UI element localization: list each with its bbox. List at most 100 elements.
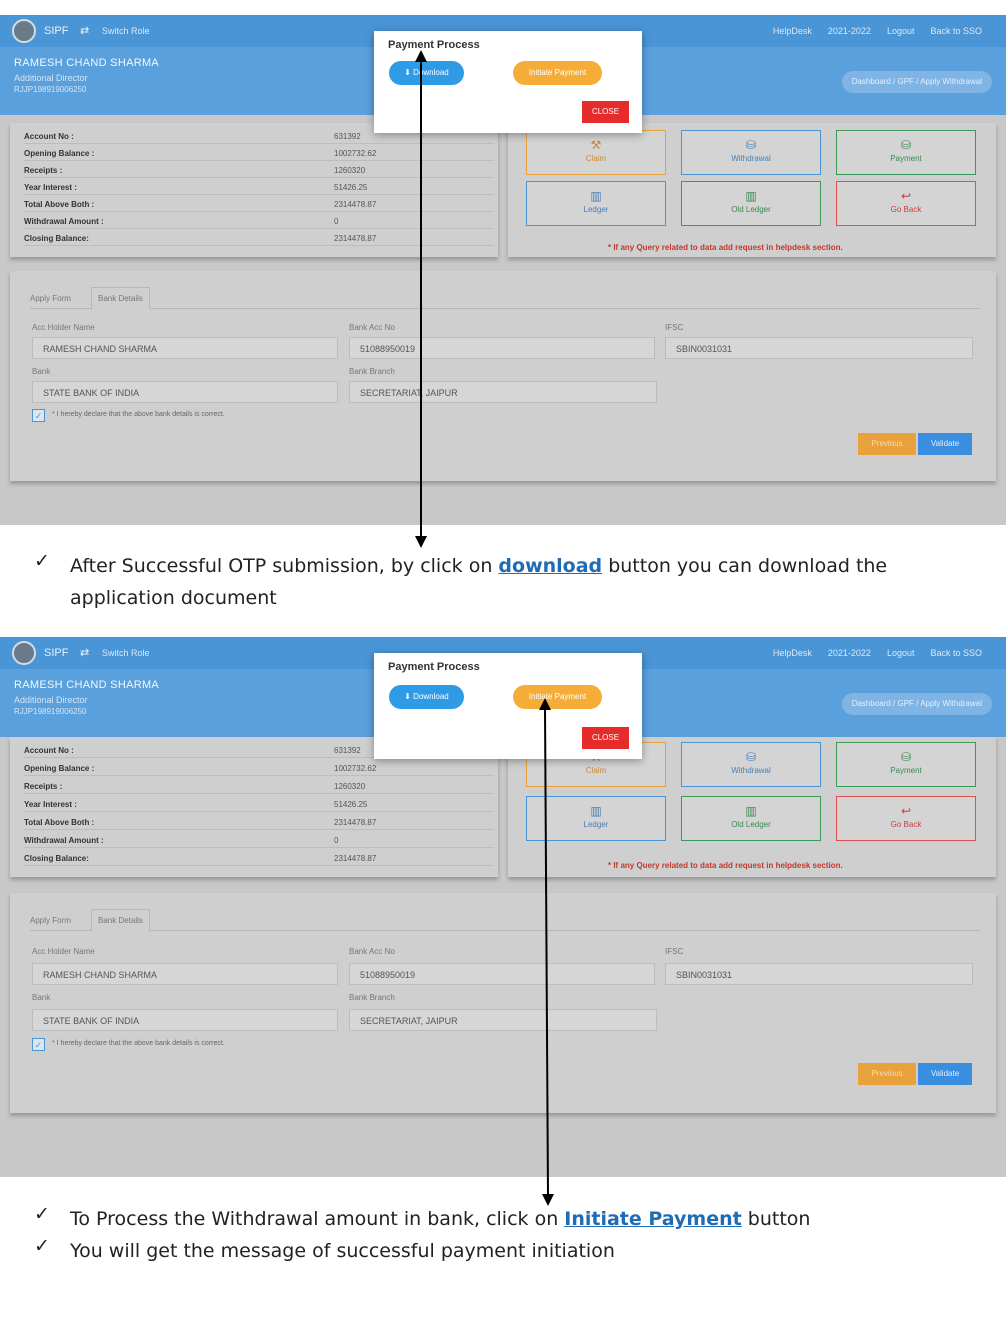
initiate-payment-link[interactable]: Initiate Payment (564, 1208, 741, 1230)
breadcrumb-gpf[interactable]: GPF (898, 699, 914, 708)
declaration-text: * I hereby declare that the above bank d… (52, 1040, 225, 1047)
logout-link[interactable]: Logout (887, 648, 915, 658)
back-to-sso-link[interactable]: Back to SSO (930, 648, 982, 658)
declaration-text: * I hereby declare that the above bank d… (52, 411, 225, 418)
ifsc-label: IFSC (665, 323, 684, 332)
breadcrumb-dashboard[interactable]: Dashboard (852, 699, 891, 708)
ifsc-field[interactable]: SBIN0031031 (665, 963, 973, 985)
bar-chart-icon: ▥ (745, 189, 757, 203)
back-arrow-icon: ↩ (900, 189, 912, 203)
initiate-payment-button[interactable]: Initiate Payment (513, 61, 602, 85)
breadcrumb: Dashboard / GPF / Apply Withdrawal (841, 71, 992, 93)
old-ledger-button[interactable]: ▥ Old Ledger (681, 796, 821, 841)
account-row: Year Interest :51426.25 (24, 178, 494, 195)
branch-label: Bank Branch (349, 367, 395, 376)
acc-holder-label: Acc Holder Name (32, 323, 95, 332)
claim-button[interactable]: ⚒Claim (526, 130, 666, 175)
brand-name: SIPF (44, 25, 69, 37)
download-link[interactable]: download (498, 555, 602, 577)
switch-role-link[interactable]: Switch Role (102, 648, 150, 658)
coins-icon: ⛁ (745, 750, 757, 764)
account-row: Year Interest :51426.25 (24, 795, 494, 812)
branch-label: Bank Branch (349, 993, 395, 1002)
previous-button[interactable]: Previous (858, 1063, 916, 1085)
bank-acc-field[interactable]: 51088950019 (349, 337, 655, 359)
screenshot-initiate-payment: SIPF ⇄ Switch Role HelpDesk 2021-2022 Lo… (0, 637, 1006, 1177)
back-arrow-icon: ↩ (900, 804, 912, 818)
bank-acc-field[interactable]: 51088950019 (349, 963, 655, 985)
helpdesk-link[interactable]: HelpDesk (773, 26, 812, 36)
ledger-button[interactable]: ▥ Ledger (526, 181, 666, 226)
form-tabs: Apply Form Bank Details (30, 909, 980, 932)
account-row: Closing Balance: 2314478.87 (24, 229, 494, 246)
brand-name: SIPF (44, 647, 69, 659)
year-selector[interactable]: 2021-2022 (828, 26, 871, 36)
user-designation: Additional Director (14, 73, 88, 83)
branch-field[interactable]: SECRETARIAT, JAIPUR (349, 381, 657, 403)
user-name: RAMESH CHAND SHARMA (14, 679, 160, 691)
bar-chart-icon: ▥ (590, 189, 602, 203)
account-row: Opening Balance :1002732.62 (24, 759, 494, 776)
modal-title: Payment Process (388, 661, 480, 673)
go-back-button[interactable]: ↩ Go Back (836, 796, 976, 841)
coins-icon: ⛁ (900, 138, 912, 152)
bank-field[interactable]: STATE BANK OF INDIA (32, 381, 338, 403)
validate-button[interactable]: Validate (918, 433, 972, 455)
breadcrumb: Dashboard / GPF / Apply Withdrawal (841, 693, 992, 715)
back-to-sso-link[interactable]: Back to SSO (930, 26, 982, 36)
year-selector[interactable]: 2021-2022 (828, 648, 871, 658)
tab-bank-details[interactable]: Bank Details (91, 909, 150, 932)
swap-icon: ⇄ (80, 647, 90, 659)
download-button[interactable]: ⬇ Download (389, 685, 464, 709)
payment-button[interactable]: ⛁ Payment (836, 742, 976, 787)
declaration-checkbox[interactable]: ✓ (32, 409, 45, 422)
close-button[interactable]: CLOSE (582, 727, 629, 749)
bank-label: Bank (32, 993, 51, 1002)
bank-label: Bank (32, 367, 51, 376)
ledger-button[interactable]: ▥ Ledger (526, 796, 666, 841)
logout-link[interactable]: Logout (887, 26, 915, 36)
switch-role-link[interactable]: Switch Role (102, 26, 150, 36)
branch-field[interactable]: SECRETARIAT, JAIPUR (349, 1009, 657, 1031)
old-ledger-button[interactable]: ▥ Old Ledger (681, 181, 821, 226)
check-icon: ✓ (34, 1235, 50, 1257)
withdrawal-button[interactable]: ⛁ Withdrawal (681, 130, 821, 175)
tab-apply-form[interactable]: Apply Form (30, 294, 71, 303)
withdrawal-button[interactable]: ⛁ Withdrawal (681, 742, 821, 787)
query-note: * If any Query related to data add reque… (608, 243, 843, 252)
arrowhead-down (415, 536, 427, 548)
user-designation: Additional Director (14, 695, 88, 705)
document-page: SIPF ⇄ Switch Role HelpDesk 2021-2022 Lo… (0, 0, 1006, 1336)
helpdesk-link[interactable]: HelpDesk (773, 648, 812, 658)
acc-holder-field[interactable]: RAMESH CHAND SHARMA (32, 337, 338, 359)
tab-bank-details[interactable]: Bank Details (91, 287, 150, 310)
breadcrumb-gpf[interactable]: GPF (898, 77, 914, 86)
account-row: Total Above Both :2314478.87 (24, 813, 494, 830)
declaration-checkbox[interactable]: ✓ (32, 1038, 45, 1051)
close-button[interactable]: CLOSE (582, 101, 629, 123)
user-name: RAMESH CHAND SHARMA (14, 57, 160, 69)
form-tabs: Apply Form Bank Details (30, 287, 980, 310)
validate-button[interactable]: Validate (918, 1063, 972, 1085)
initiate-payment-button[interactable]: Initiate Payment (513, 685, 602, 709)
breadcrumb-current: Apply Withdrawal (920, 699, 982, 708)
account-row: Receipts :1260320 (24, 161, 494, 178)
breadcrumb-dashboard[interactable]: Dashboard (852, 77, 891, 86)
bank-details-card: Apply Form Bank Details Acc Holder Name … (10, 271, 996, 481)
go-back-button[interactable]: ↩ Go Back (836, 181, 976, 226)
payment-button[interactable]: ⛁ Payment (836, 130, 976, 175)
account-row: Total Above Both :2314478.87 (24, 195, 494, 212)
bank-field[interactable]: STATE BANK OF INDIA (32, 1009, 338, 1031)
ifsc-field[interactable]: SBIN0031031 (665, 337, 973, 359)
download-button[interactable]: ⬇ Download (389, 61, 464, 85)
acc-holder-field[interactable]: RAMESH CHAND SHARMA (32, 963, 338, 985)
emblem-logo (12, 641, 36, 665)
account-row: Withdrawal Amount :0 (24, 831, 494, 848)
previous-button[interactable]: Previous (858, 433, 916, 455)
action-buttons-card: ⚒Claim ⛁Withdrawal ⛁Payment ▥Ledger ▥Old… (508, 123, 996, 257)
check-icon: ✓ (34, 550, 50, 572)
tab-apply-form[interactable]: Apply Form (30, 916, 71, 925)
bank-details-card: Apply Form Bank Details Acc Holder Name … (10, 893, 996, 1113)
user-id: RJJP198919006250 (14, 85, 87, 94)
emblem-logo (12, 19, 36, 43)
